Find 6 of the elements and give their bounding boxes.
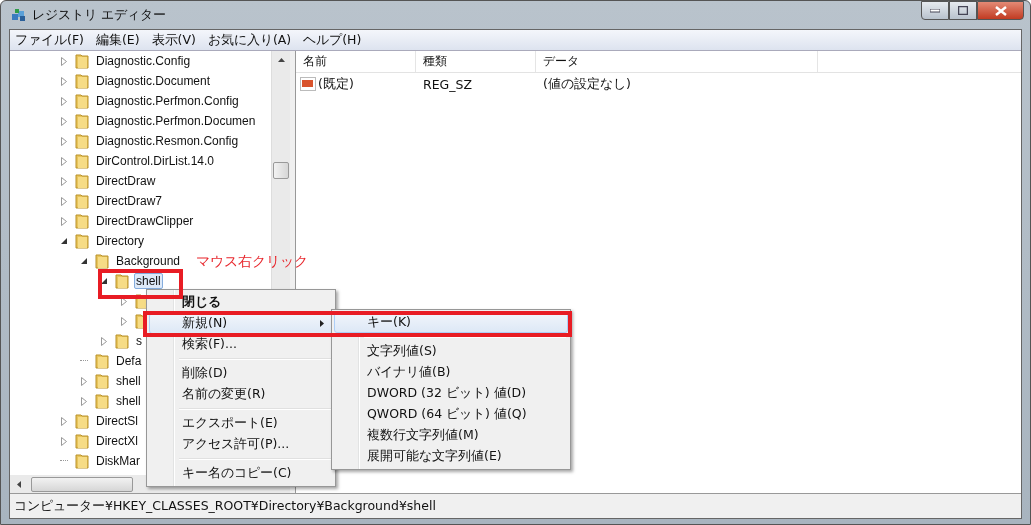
window-title: レジストリ エディター	[32, 6, 167, 24]
value-name: (既定)	[318, 75, 354, 93]
table-cell-text: REG_SZ	[422, 76, 474, 92]
status-bar: コンピューター¥HKEY_CLASSES_ROOT¥Directory¥Background¥shell	[10, 493, 1021, 518]
annotation-text: マウス右クリック	[196, 253, 308, 271]
table-cell-text: (値の設定なし)	[542, 75, 632, 93]
